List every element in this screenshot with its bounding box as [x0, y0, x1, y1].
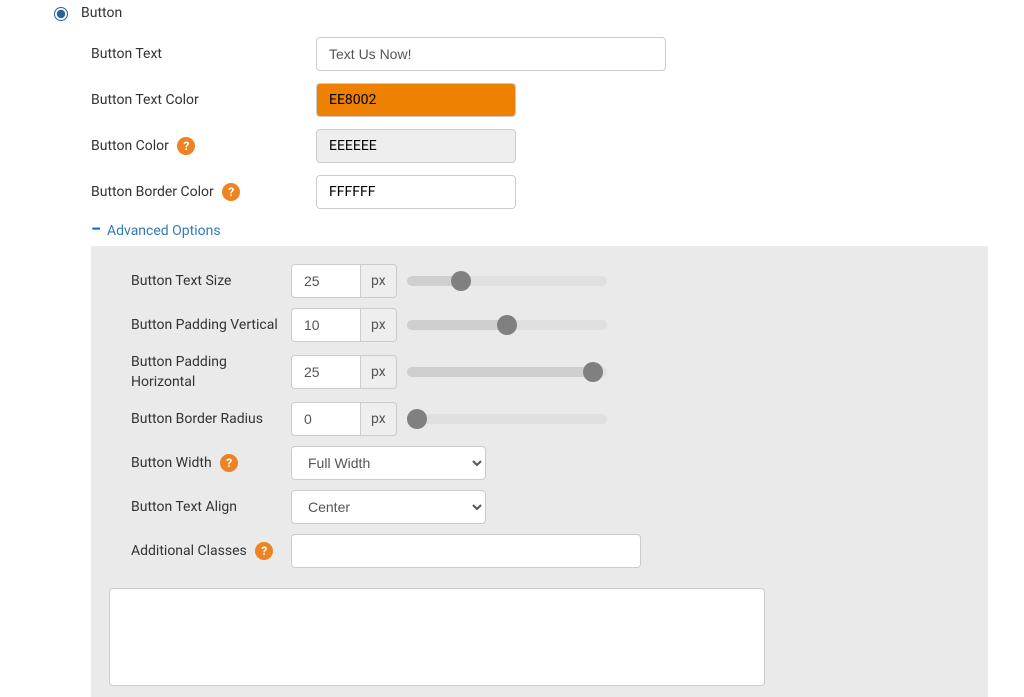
label-padding-vertical: Button Padding Vertical [109, 315, 291, 335]
color-button-color[interactable]: EEEEEE [316, 129, 516, 163]
advanced-options-panel: Button Text Size px Button Padding Verti… [91, 246, 988, 697]
label-button-text: Button Text [91, 44, 316, 64]
radio-button-mode-label: Button [81, 5, 122, 21]
label-additional-classes: Additional Classes ? [109, 541, 291, 561]
unit-px: px [361, 355, 397, 389]
label-button-border-color: Button Border Color ? [91, 182, 316, 202]
select-button-text-align[interactable]: Center [291, 490, 486, 524]
color-button-border-color[interactable]: FFFFFF [316, 175, 516, 209]
collapse-icon: − [91, 219, 101, 240]
label-button-text-align: Button Text Align [109, 497, 291, 517]
input-button-text[interactable] [316, 37, 666, 71]
help-icon[interactable]: ? [255, 542, 273, 560]
label-padding-horizontal: Button Padding Horizontal [109, 352, 291, 392]
radio-button-mode[interactable] [54, 7, 68, 21]
input-border-radius[interactable] [291, 402, 361, 436]
input-padding-vertical[interactable] [291, 308, 361, 342]
slider-border-radius[interactable] [407, 414, 607, 424]
slider-padding-horizontal[interactable] [407, 367, 607, 377]
label-button-width: Button Width ? [109, 453, 291, 473]
unit-px: px [361, 402, 397, 436]
slider-thumb-icon[interactable] [497, 315, 517, 335]
color-button-text-color[interactable]: EE8002 [316, 83, 516, 117]
slider-padding-vertical[interactable] [407, 320, 607, 330]
help-icon[interactable]: ? [220, 454, 238, 472]
select-button-width[interactable]: Full Width [291, 446, 486, 480]
slider-thumb-icon[interactable] [451, 271, 471, 291]
help-icon[interactable]: ? [177, 137, 195, 155]
input-button-text-size[interactable] [291, 264, 361, 298]
label-button-color: Button Color ? [91, 136, 316, 156]
input-additional-classes[interactable] [291, 534, 641, 568]
advanced-options-link[interactable]: Advanced Options [107, 223, 221, 239]
slider-thumb-icon[interactable] [583, 362, 603, 382]
advanced-options-toggle[interactable]: − Advanced Options [36, 221, 988, 240]
textarea-html-code[interactable] [109, 588, 765, 686]
input-padding-horizontal[interactable] [291, 355, 361, 389]
label-button-text-size: Button Text Size [109, 271, 291, 291]
slider-thumb-icon[interactable] [407, 409, 427, 429]
label-border-radius: Button Border Radius [109, 409, 291, 429]
help-icon[interactable]: ? [222, 183, 240, 201]
unit-px: px [361, 264, 397, 298]
slider-button-text-size[interactable] [407, 276, 607, 286]
unit-px: px [361, 308, 397, 342]
label-button-text-color: Button Text Color [91, 90, 316, 110]
